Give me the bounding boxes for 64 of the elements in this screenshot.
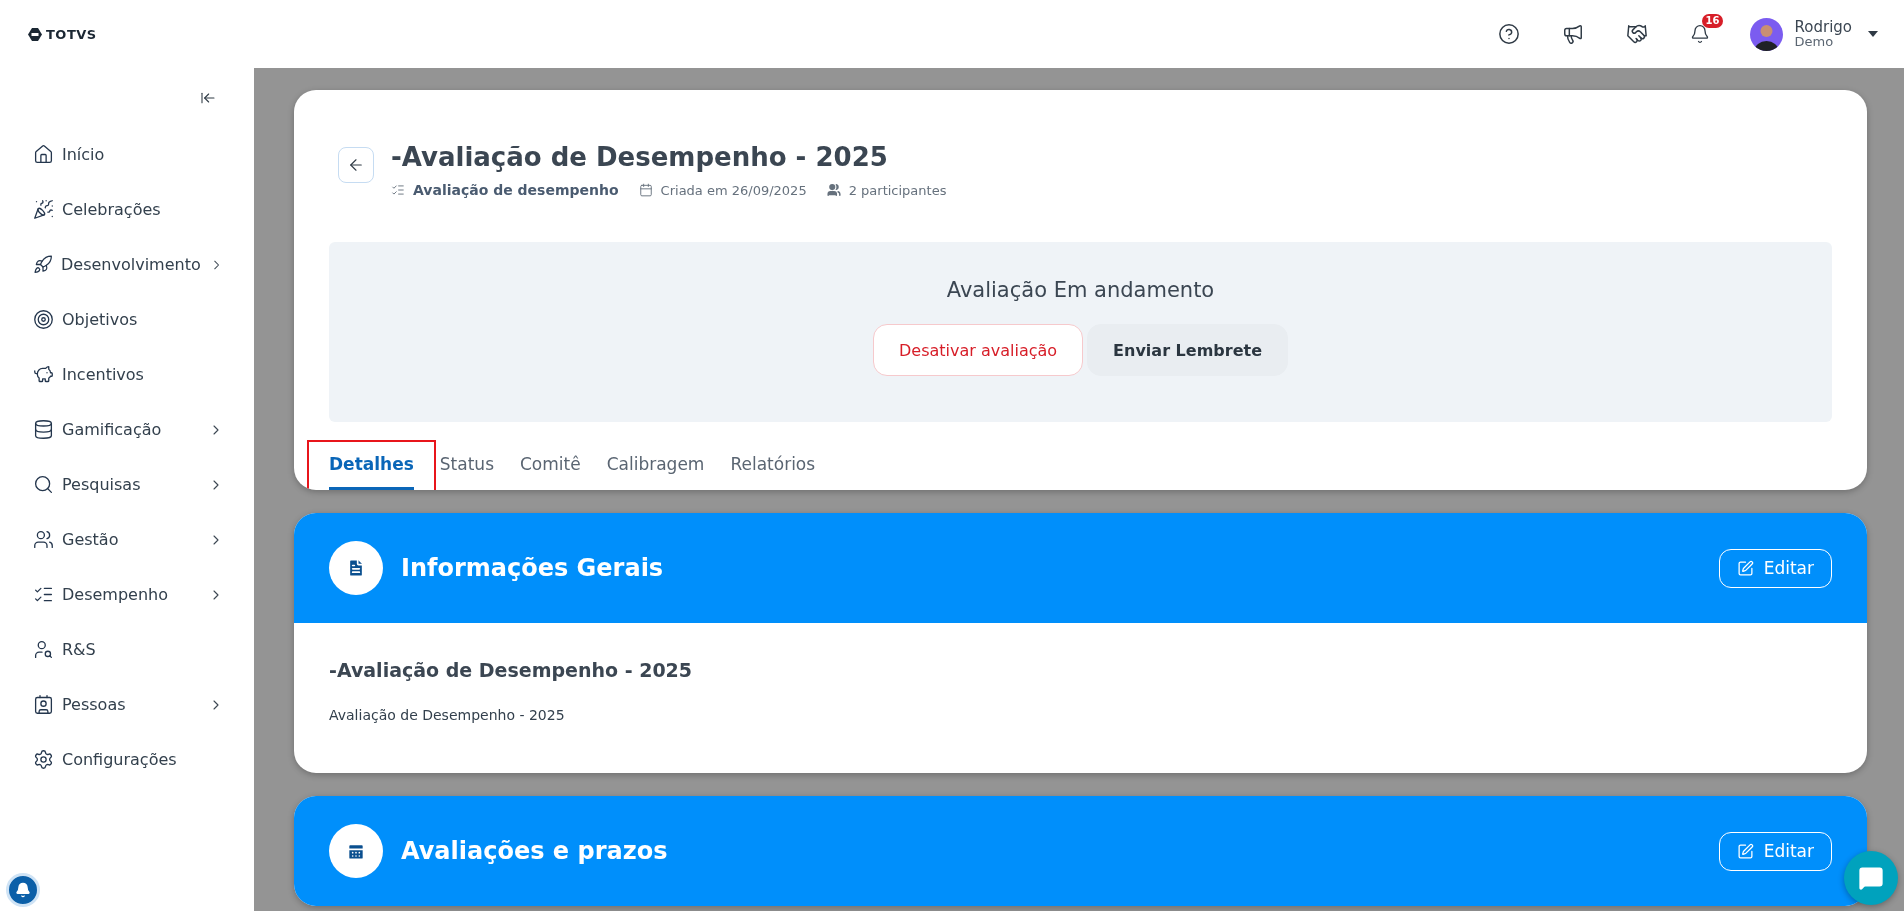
calendar-icon — [638, 183, 653, 197]
user-search-icon — [33, 639, 54, 660]
help-button[interactable] — [1497, 23, 1520, 45]
chat-icon — [1858, 865, 1884, 891]
section-title: Avaliações e prazos — [401, 837, 669, 865]
notification-bell-button[interactable] — [6, 873, 40, 907]
user-role: Demo — [1794, 35, 1834, 50]
notifications-button[interactable] — [1689, 24, 1710, 44]
id-badge-icon — [33, 694, 54, 715]
settings-icon — [33, 749, 54, 770]
section-text: Avaliação de Desempenho - 2025 — [329, 707, 566, 723]
people-icon — [826, 183, 841, 197]
document-icon — [329, 541, 383, 595]
status-heading: Avaliação Em andamento — [946, 278, 1215, 302]
people-icon — [33, 529, 54, 550]
handshake-button[interactable] — [1625, 23, 1648, 45]
avatar — [1749, 17, 1783, 51]
tab[interactable]: Detalhes — [329, 444, 414, 490]
user-menu[interactable]: Rodrigo Demo — [1749, 17, 1878, 51]
sidebar-item[interactable]: Desenvolvimento — [0, 237, 254, 292]
meta-text: Criada em 26/09/2025 — [660, 182, 807, 198]
sidebar-item[interactable]: Configurações — [0, 732, 254, 787]
coin-stack-icon — [33, 419, 54, 440]
deactivate-button[interactable]: Desativar avaliação — [873, 324, 1084, 376]
sidebar-item[interactable]: Pessoas — [0, 677, 254, 732]
logo: TOTVS — [28, 26, 97, 42]
search-icon — [33, 474, 54, 495]
sidebar-item[interactable]: Gestão — [0, 512, 254, 567]
tab[interactable]: Comitê — [520, 444, 581, 490]
caret-icon — [1868, 31, 1878, 37]
sidebar-item[interactable]: R&S — [0, 622, 254, 677]
back-button[interactable] — [338, 147, 374, 183]
sidebar-item[interactable]: Pesquisas — [0, 457, 254, 512]
target-icon — [33, 309, 54, 330]
meta-text: Avaliação de desempenho — [413, 182, 619, 198]
section-title: Informações Gerais — [401, 554, 665, 582]
logo-icon — [28, 27, 42, 41]
sidebar-item[interactable]: Início — [0, 127, 254, 182]
bell-icon — [15, 882, 31, 898]
tab[interactable]: Status — [439, 444, 494, 490]
party-popper-icon — [33, 199, 54, 220]
sidebar-item[interactable]: Objetivos — [0, 292, 254, 347]
piggy-bank-icon — [33, 364, 54, 385]
home-icon — [33, 144, 54, 165]
chat-button[interactable] — [1844, 851, 1898, 905]
megaphone-button[interactable] — [1561, 23, 1584, 45]
notification-count: 16 — [1701, 14, 1724, 28]
meta-text: 2 participantes — [848, 182, 947, 198]
section-heading: -Avaliação de Desempenho - 2025 — [329, 659, 694, 681]
calendar-icon — [329, 824, 383, 878]
checklist-icon — [391, 183, 405, 197]
tab[interactable]: Calibragem — [606, 444, 705, 490]
tab[interactable]: Relatórios — [730, 444, 816, 490]
collapse-sidebar-button[interactable] — [200, 90, 216, 106]
sidebar-item[interactable]: Gamificação — [0, 402, 254, 457]
sidebar-item[interactable]: Incentivos — [0, 347, 254, 402]
user-name: Rodrigo — [1794, 18, 1852, 36]
sidebar-item[interactable]: Desempenho — [0, 567, 254, 622]
reminder-button[interactable]: Enviar Lembrete — [1087, 324, 1288, 376]
edit-icon — [1736, 842, 1754, 860]
sidebar-item[interactable]: Celebrações — [0, 182, 254, 237]
rocket-icon — [33, 254, 53, 275]
page-title: -Avaliação de Desempenho - 2025 — [391, 142, 889, 172]
edit-icon — [1736, 559, 1754, 577]
